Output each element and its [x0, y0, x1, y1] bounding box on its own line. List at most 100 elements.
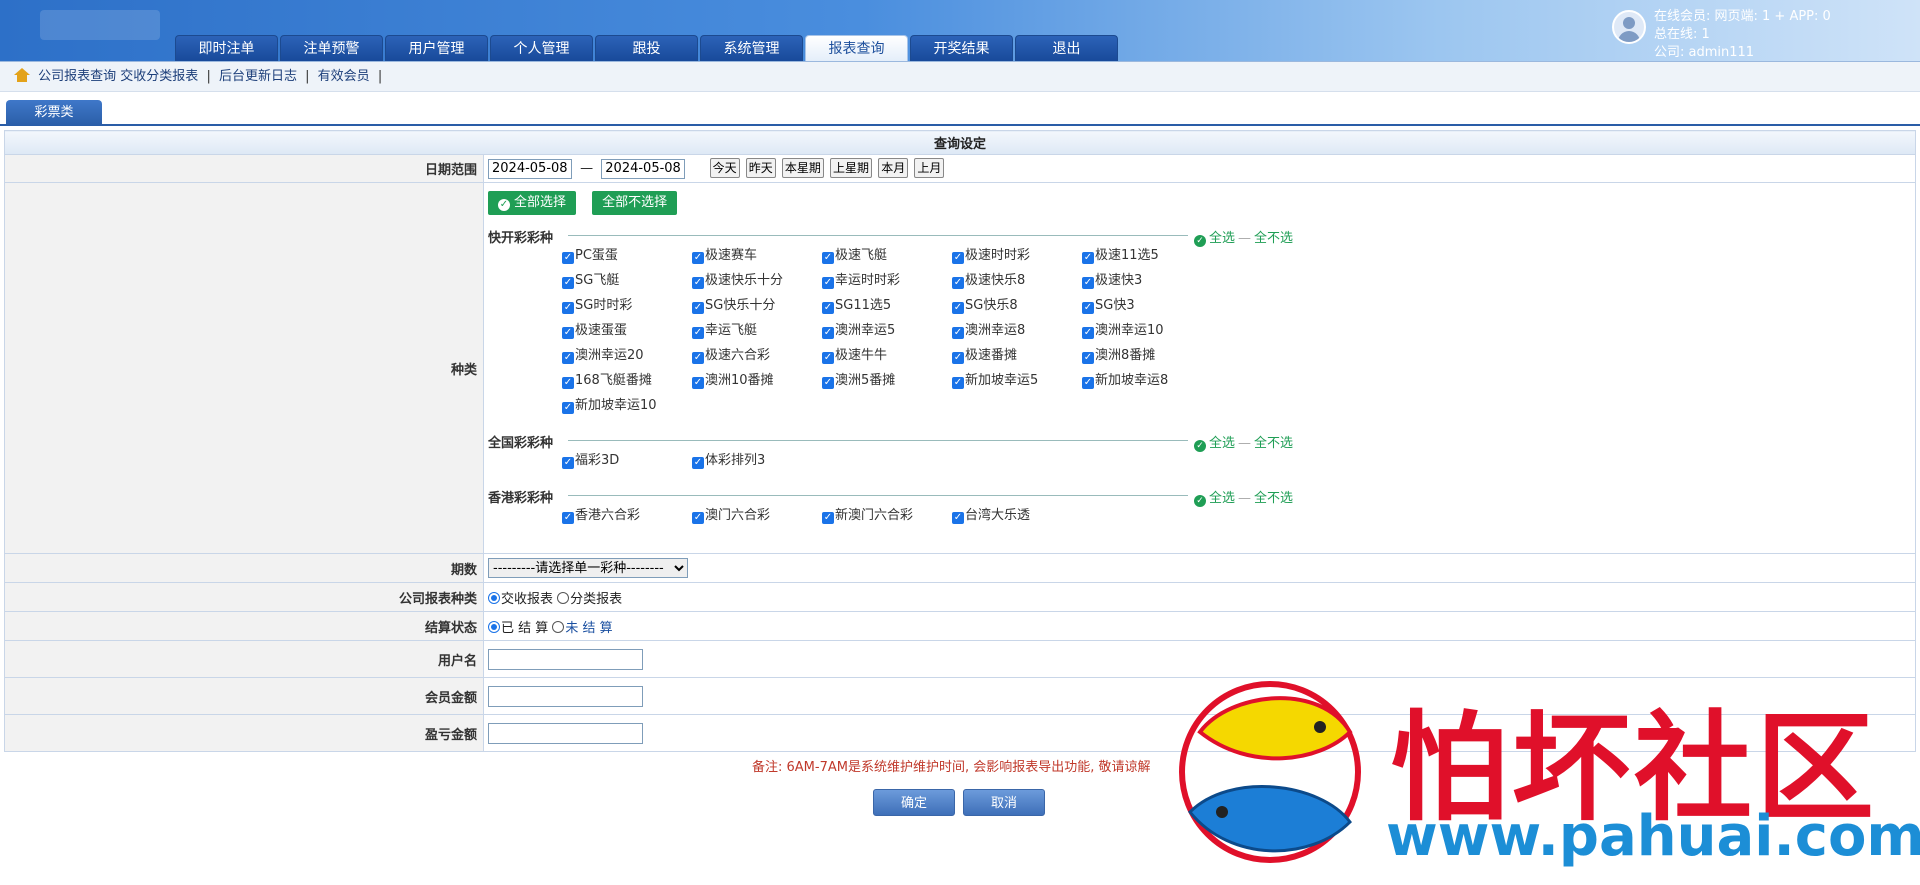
- game-checkbox-item[interactable]: ✓ SG11选5: [822, 295, 952, 316]
- game-checkbox-item[interactable]: ✓ 极速快乐8: [952, 270, 1082, 291]
- checkbox-checked-icon[interactable]: ✓: [822, 302, 834, 314]
- game-checkbox-item[interactable]: ✓ 新澳门六合彩: [822, 505, 952, 526]
- game-checkbox-item[interactable]: ✓ 极速六合彩: [692, 345, 822, 366]
- game-checkbox-item[interactable]: ✓ 澳洲幸运5: [822, 320, 952, 341]
- game-checkbox-item[interactable]: ✓ 极速11选5: [1082, 245, 1212, 266]
- yesterday-button[interactable]: 昨天: [745, 158, 776, 179]
- checkbox-checked-icon[interactable]: ✓: [562, 402, 574, 414]
- checkbox-checked-icon[interactable]: ✓: [562, 457, 574, 469]
- game-checkbox-item[interactable]: ✓ 新加坡幸运8: [1082, 370, 1212, 391]
- game-checkbox-item[interactable]: ✓ 澳洲幸运10: [1082, 320, 1212, 341]
- nav-tab-5[interactable]: 系统管理: [700, 35, 803, 61]
- game-checkbox-item[interactable]: ✓ 澳洲幸运20: [562, 345, 692, 366]
- game-checkbox-item[interactable]: ✓ 体彩排列3: [692, 450, 822, 471]
- checkbox-checked-icon[interactable]: ✓: [562, 512, 574, 524]
- checkbox-checked-icon[interactable]: ✓: [822, 277, 834, 289]
- game-checkbox-item[interactable]: ✓ 台湾大乐透: [952, 505, 1082, 526]
- issue-select[interactable]: ---------请选择单一彩种--------: [488, 558, 688, 578]
- nav-tab-2[interactable]: 用户管理: [385, 35, 488, 61]
- profit-amount-input[interactable]: [488, 722, 643, 744]
- today-button[interactable]: 今天: [709, 158, 740, 179]
- game-checkbox-item[interactable]: ✓ 幸运时时彩: [822, 270, 952, 291]
- checkbox-checked-icon[interactable]: ✓: [952, 512, 964, 524]
- select-all-button[interactable]: ✓ 全部选择: [488, 191, 577, 215]
- nav-tab-1[interactable]: 注单预警: [280, 35, 383, 61]
- report-type-radio-category[interactable]: [557, 591, 570, 604]
- game-checkbox-item[interactable]: ✓ PC蛋蛋: [562, 245, 692, 266]
- game-checkbox-item[interactable]: ✓ SG快乐8: [952, 295, 1082, 316]
- checkbox-checked-icon[interactable]: ✓: [692, 352, 704, 364]
- checkbox-checked-icon[interactable]: ✓: [1082, 377, 1094, 389]
- game-checkbox-item[interactable]: ✓ 极速快3: [1082, 270, 1212, 291]
- game-checkbox-item[interactable]: ✓ 新加坡幸运5: [952, 370, 1082, 391]
- checkbox-checked-icon[interactable]: ✓: [952, 252, 964, 264]
- unsettled-radio[interactable]: [552, 620, 565, 633]
- nav-tab-8[interactable]: 退出: [1015, 35, 1118, 61]
- member-amount-input[interactable]: [488, 685, 643, 707]
- checkbox-checked-icon[interactable]: ✓: [562, 377, 574, 389]
- game-checkbox-item[interactable]: ✓ SG快乐十分: [692, 295, 822, 316]
- game-checkbox-item[interactable]: ✓ 澳洲幸运8: [952, 320, 1082, 341]
- checkbox-checked-icon[interactable]: ✓: [692, 377, 704, 389]
- checkbox-checked-icon[interactable]: ✓: [562, 277, 574, 289]
- game-checkbox-item[interactable]: ✓ 澳洲10番摊: [692, 370, 822, 391]
- checkbox-checked-icon[interactable]: ✓: [822, 352, 834, 364]
- game-checkbox-item[interactable]: ✓ 极速赛车: [692, 245, 822, 266]
- checkbox-checked-icon[interactable]: ✓: [822, 252, 834, 264]
- game-checkbox-item[interactable]: ✓ 极速快乐十分: [692, 270, 822, 291]
- username-input[interactable]: [488, 648, 643, 670]
- checkbox-checked-icon[interactable]: ✓: [692, 252, 704, 264]
- crumb-update-log[interactable]: 后台更新日志: [219, 69, 297, 84]
- game-checkbox-item[interactable]: ✓ 168飞艇番摊: [562, 370, 692, 391]
- checkbox-checked-icon[interactable]: ✓: [1082, 352, 1094, 364]
- checkbox-checked-icon[interactable]: ✓: [692, 327, 704, 339]
- checkbox-checked-icon[interactable]: ✓: [952, 277, 964, 289]
- game-checkbox-item[interactable]: ✓ 澳门六合彩: [692, 505, 822, 526]
- game-checkbox-item[interactable]: ✓ 极速番摊: [952, 345, 1082, 366]
- checkbox-checked-icon[interactable]: ✓: [822, 327, 834, 339]
- nav-tab-4[interactable]: 跟投: [595, 35, 698, 61]
- game-checkbox-item[interactable]: ✓ SG快3: [1082, 295, 1212, 316]
- checkbox-checked-icon[interactable]: ✓: [562, 327, 574, 339]
- game-checkbox-item[interactable]: ✓ 极速飞艇: [822, 245, 952, 266]
- game-checkbox-item[interactable]: ✓ SG时时彩: [562, 295, 692, 316]
- checkbox-checked-icon[interactable]: ✓: [1082, 252, 1094, 264]
- checkbox-checked-icon[interactable]: ✓: [692, 277, 704, 289]
- checkbox-checked-icon[interactable]: ✓: [692, 512, 704, 524]
- game-checkbox-item[interactable]: ✓ 极速蛋蛋: [562, 320, 692, 341]
- game-checkbox-item[interactable]: ✓ 澳洲5番摊: [822, 370, 952, 391]
- game-checkbox-item[interactable]: ✓ 新加坡幸运10: [562, 395, 692, 416]
- last-month-button[interactable]: 上月: [914, 158, 945, 179]
- checkbox-checked-icon[interactable]: ✓: [952, 377, 964, 389]
- checkbox-checked-icon[interactable]: ✓: [692, 457, 704, 469]
- nav-tab-3[interactable]: 个人管理: [490, 35, 593, 61]
- unselect-all-button[interactable]: 全部不选择: [592, 191, 678, 215]
- cancel-button[interactable]: 取消: [963, 789, 1045, 816]
- checkbox-checked-icon[interactable]: ✓: [1082, 277, 1094, 289]
- game-checkbox-item[interactable]: ✓ 极速时时彩: [952, 245, 1082, 266]
- crumb-valid-members[interactable]: 有效会员: [318, 69, 370, 84]
- last-week-button[interactable]: 上星期: [830, 158, 873, 179]
- checkbox-checked-icon[interactable]: ✓: [562, 252, 574, 264]
- this-week-button[interactable]: 本星期: [781, 158, 824, 179]
- tab-lottery[interactable]: 彩票类: [6, 100, 102, 126]
- game-checkbox-item[interactable]: ✓ 香港六合彩: [562, 505, 692, 526]
- end-date-input[interactable]: [601, 158, 686, 179]
- group-select-none[interactable]: 全不选: [1254, 231, 1293, 246]
- checkbox-checked-icon[interactable]: ✓: [1082, 327, 1094, 339]
- checkbox-checked-icon[interactable]: ✓: [952, 302, 964, 314]
- crumb-settlement-report[interactable]: 交收分类报表: [120, 69, 198, 84]
- group-select-all[interactable]: 全选: [1209, 231, 1235, 246]
- game-checkbox-item[interactable]: ✓ 澳洲8番摊: [1082, 345, 1212, 366]
- this-month-button[interactable]: 本月: [878, 158, 909, 179]
- report-type-radio-settlement[interactable]: [488, 591, 500, 604]
- checkbox-checked-icon[interactable]: ✓: [822, 377, 834, 389]
- checkbox-checked-icon[interactable]: ✓: [952, 352, 964, 364]
- game-checkbox-item[interactable]: ✓ 幸运飞艇: [692, 320, 822, 341]
- game-checkbox-item[interactable]: ✓ 极速牛牛: [822, 345, 952, 366]
- settled-radio[interactable]: [488, 620, 500, 633]
- game-checkbox-item[interactable]: ✓ 福彩3D: [562, 450, 692, 471]
- start-date-input[interactable]: [488, 158, 572, 179]
- group-select-all[interactable]: 全选: [1209, 491, 1235, 506]
- group-select-none[interactable]: 全不选: [1254, 436, 1293, 451]
